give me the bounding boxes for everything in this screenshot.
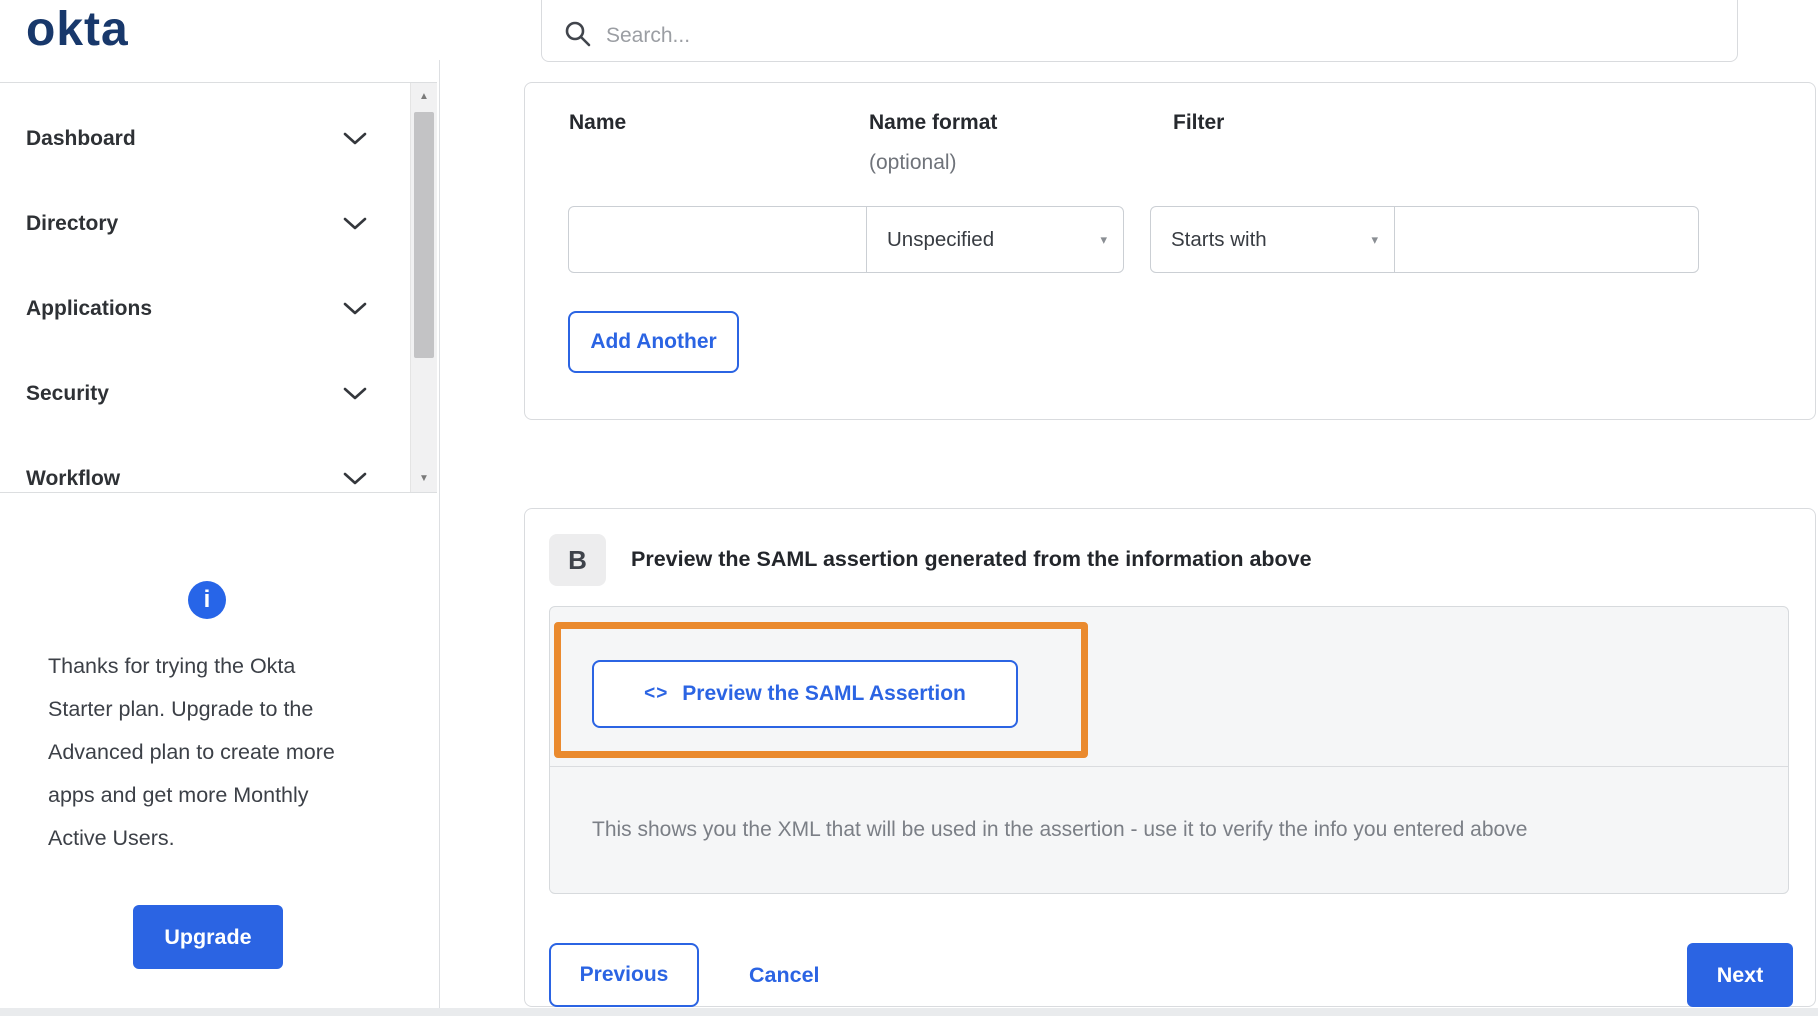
filter-value-input[interactable] xyxy=(1394,206,1699,273)
search-bar xyxy=(541,0,1738,62)
preview-note-area: This shows you the XML that will be used… xyxy=(550,767,1788,893)
sidebar-item-label: Workflow xyxy=(26,466,121,490)
preview-box: <> Preview the SAML Assertion This shows… xyxy=(549,606,1789,894)
sidebar-item-workflow[interactable]: Workflow xyxy=(0,436,437,492)
preview-saml-button-label: Preview the SAML Assertion xyxy=(682,682,966,705)
sidebar-divider xyxy=(439,60,440,1008)
scroll-down-icon: ▼ xyxy=(419,473,429,484)
attribute-row: Unspecified ▾ Starts with ▾ xyxy=(568,206,1699,273)
preview-button-area: <> Preview the SAML Assertion xyxy=(550,607,1788,767)
info-icon: i xyxy=(188,581,226,619)
dropdown-arrow-icon: ▾ xyxy=(1371,231,1378,247)
info-glyph: i xyxy=(203,586,211,613)
section-title: Preview the SAML assertion generated fro… xyxy=(631,547,1312,571)
sidebar-item-applications[interactable]: Applications xyxy=(0,266,437,351)
bottom-edge-strip xyxy=(0,1008,1818,1016)
sidebar-item-label: Directory xyxy=(26,211,119,235)
chevron-down-icon xyxy=(343,472,367,485)
next-button[interactable]: Next xyxy=(1687,943,1793,1007)
sidebar-scrollbar[interactable]: ▲ ▼ xyxy=(410,83,437,492)
plan-notice-text: Thanks for trying the Okta Starter plan.… xyxy=(48,654,335,850)
attribute-statements-card: Name Name format (optional) Filter Unspe… xyxy=(524,82,1816,420)
chevron-down-icon xyxy=(343,387,367,400)
sidebar-nav: Dashboard Directory Applications Securit… xyxy=(0,82,437,493)
code-icon: <> xyxy=(644,683,669,704)
search-icon xyxy=(565,21,591,47)
preview-note: This shows you the XML that will be used… xyxy=(592,818,1528,841)
okta-admin-app: okta Dashboard Directory Applications Se… xyxy=(0,0,1818,1016)
column-label-name: Name xyxy=(569,111,627,134)
chevron-down-icon xyxy=(343,217,367,230)
filter-type-select[interactable]: Starts with ▾ xyxy=(1150,206,1395,273)
sidebar-item-dashboard[interactable]: Dashboard xyxy=(0,96,437,181)
okta-logo[interactable]: okta xyxy=(26,2,129,57)
sidebar-item-label: Security xyxy=(26,381,109,405)
filter-type-value: Starts with xyxy=(1171,227,1267,251)
wizard-footer: Previous Cancel Next xyxy=(549,943,1793,1007)
sidebar-item-label: Dashboard xyxy=(26,126,136,150)
previous-button[interactable]: Previous xyxy=(549,943,699,1007)
sidebar-item-directory[interactable]: Directory xyxy=(0,181,437,266)
name-format-value: Unspecified xyxy=(887,227,995,251)
column-label-filter: Filter xyxy=(1173,111,1225,134)
scroll-up-button[interactable]: ▲ xyxy=(411,83,437,110)
scrollbar-thumb[interactable] xyxy=(414,112,434,358)
dropdown-arrow-icon: ▾ xyxy=(1100,231,1107,247)
scroll-down-button[interactable]: ▼ xyxy=(411,465,437,492)
chevron-down-icon xyxy=(343,132,367,145)
sidebar-item-security[interactable]: Security xyxy=(0,351,437,436)
column-label-optional: (optional) xyxy=(869,151,957,174)
column-label-name-format: Name format xyxy=(869,111,998,134)
sidebar-item-label: Applications xyxy=(26,296,153,320)
chevron-down-icon xyxy=(343,302,367,315)
name-format-select[interactable]: Unspecified ▾ xyxy=(866,206,1124,273)
preview-assertion-card: B Preview the SAML assertion generated f… xyxy=(524,508,1816,1007)
cancel-link[interactable]: Cancel xyxy=(749,963,820,988)
upgrade-button[interactable]: Upgrade xyxy=(133,905,283,969)
attribute-name-input[interactable] xyxy=(568,206,867,273)
preview-saml-button[interactable]: <> Preview the SAML Assertion xyxy=(592,660,1018,728)
scroll-up-icon: ▲ xyxy=(419,91,429,102)
add-another-button[interactable]: Add Another xyxy=(568,311,739,373)
search-input[interactable] xyxy=(606,24,1717,48)
step-badge: B xyxy=(549,534,606,586)
